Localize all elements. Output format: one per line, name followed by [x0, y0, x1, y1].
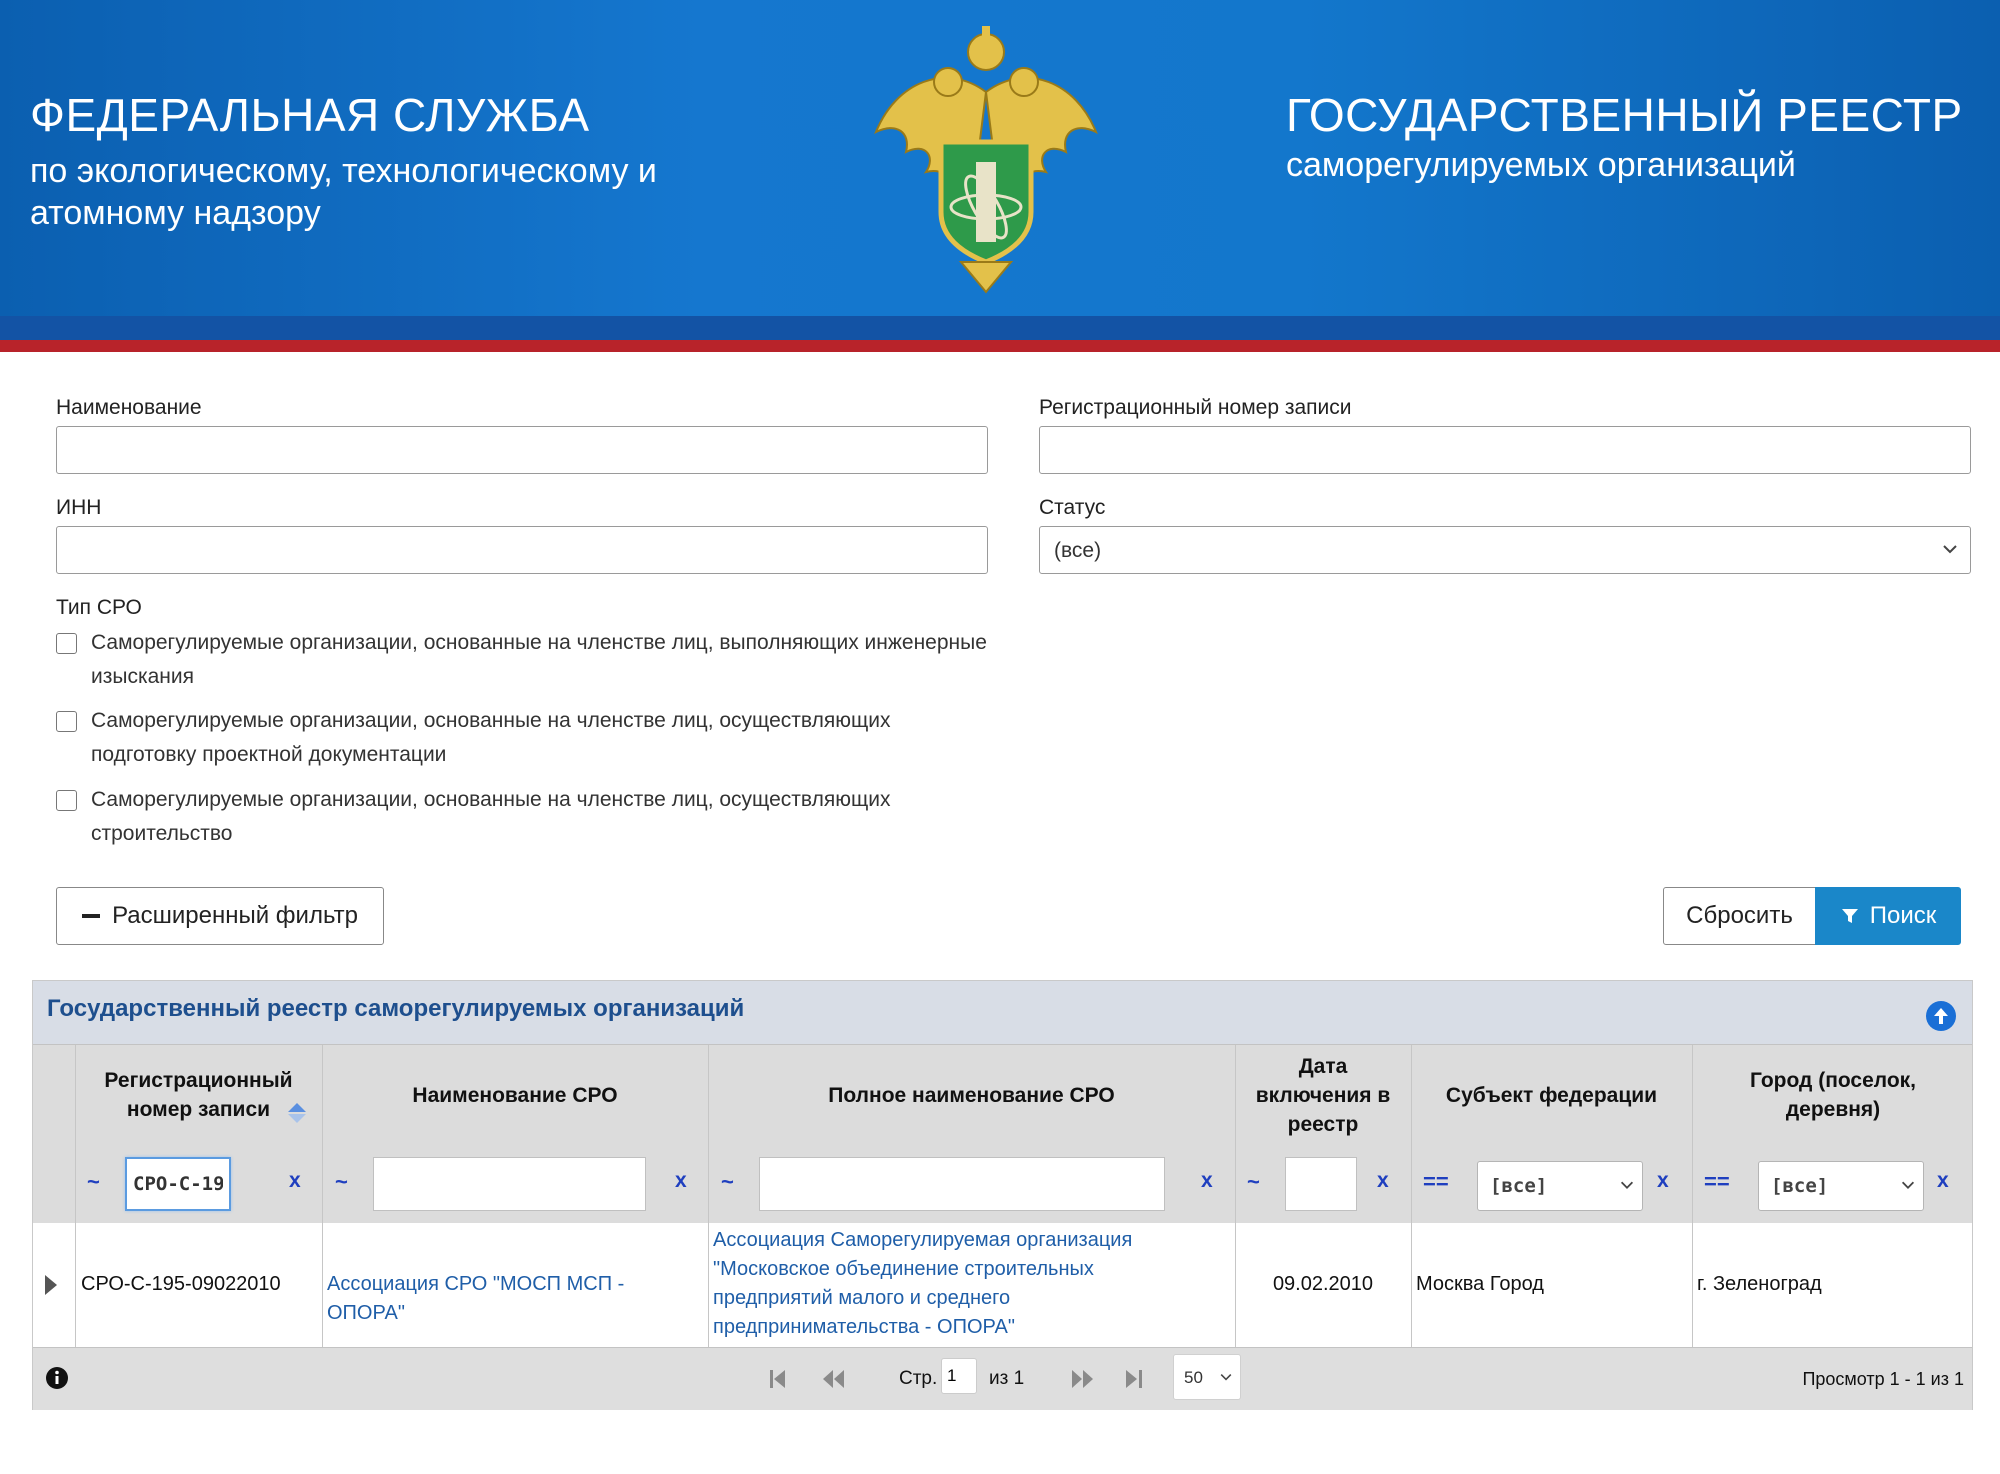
page-label: Стр.: [899, 1368, 938, 1389]
subject-filter-select[interactable]: [все]: [1477, 1161, 1643, 1211]
name-label: Наименование: [56, 396, 202, 419]
agency-title: ФЕДЕРАЛЬНАЯ СЛУЖБА: [30, 89, 590, 141]
expand-row-icon[interactable]: [43, 1274, 59, 1296]
cell-full-name-link[interactable]: Ассоциация Саморегулируемая организация …: [713, 1226, 1173, 1342]
grid-caption: Государственный реестр саморегулируемых …: [33, 981, 1972, 1045]
cell-date: 09.02.2010: [1272, 1273, 1374, 1295]
status-label: Статус: [1039, 496, 1106, 519]
sro-type-checkbox-design[interactable]: [56, 711, 77, 732]
status-select-value: (все): [1054, 539, 1102, 562]
agency-title-block: ФЕДЕРАЛЬНАЯ СЛУЖБА по экологическому, те…: [30, 88, 730, 234]
filter-operator-contains[interactable]: ~: [1247, 1169, 1260, 1195]
column-header-full-name[interactable]: Полное наименование СРО: [708, 1045, 1235, 1145]
page-size-select[interactable]: 50: [1173, 1354, 1241, 1400]
minus-icon: [82, 914, 101, 918]
column-header-subject[interactable]: Субъект федерации: [1411, 1045, 1692, 1145]
sro-type-checkbox-surveys[interactable]: [56, 633, 77, 654]
site-header: ФЕДЕРАЛЬНАЯ СЛУЖБА по экологическому, те…: [0, 0, 2000, 352]
filter-icon: [1841, 909, 1858, 923]
name-filter-input[interactable]: [373, 1157, 646, 1211]
first-page-icon[interactable]: [767, 1367, 789, 1391]
page-total-label: из 1: [989, 1368, 1025, 1389]
sro-type-option-label: Саморегулируемые организации, основанные…: [91, 709, 891, 766]
info-icon[interactable]: [45, 1366, 69, 1390]
header-red-stripe: [0, 340, 2000, 352]
clear-filter-button[interactable]: x: [1201, 1169, 1213, 1193]
cell-reg-number: СРО-С-195-09022010: [81, 1273, 281, 1295]
chevron-down-icon: [1943, 545, 1957, 554]
chevron-down-icon: [1620, 1181, 1634, 1189]
page-size-value: 50: [1184, 1368, 1203, 1387]
collapse-grid-button[interactable]: [1926, 1001, 1956, 1031]
date-filter-input[interactable]: [1285, 1157, 1357, 1211]
clear-filter-button[interactable]: x: [1657, 1169, 1669, 1193]
registry-grid: Государственный реестр саморегулируемых …: [32, 980, 1973, 1410]
header-blue-band: [0, 316, 2000, 340]
cell-subject: Москва Город: [1416, 1273, 1544, 1295]
advanced-filter-button[interactable]: Расширенный фильтр: [56, 887, 384, 945]
sro-type-option: Саморегулируемые организации, основанные…: [56, 783, 996, 851]
records-summary: Просмотр 1 - 1 из 1: [1802, 1369, 1964, 1389]
reset-button-label: Сбросить: [1686, 902, 1793, 929]
column-header-label: Дата включения в реестр: [1255, 1054, 1391, 1136]
sro-type-label: Тип СРО: [56, 596, 142, 619]
column-header-reg-number[interactable]: Регистрационный номер записи: [75, 1045, 322, 1145]
reset-button[interactable]: Сбросить: [1663, 887, 1816, 945]
column-header-label: Полное наименование СРО: [828, 1083, 1115, 1107]
reg-number-input[interactable]: [1039, 426, 1971, 474]
clear-filter-button[interactable]: x: [1377, 1169, 1389, 1193]
full-name-filter-input[interactable]: [759, 1157, 1165, 1211]
agency-subtitle: по экологическому, технологическому и ат…: [30, 152, 657, 232]
page-number-input[interactable]: [941, 1358, 977, 1394]
subject-filter-value: [все]: [1490, 1175, 1548, 1197]
status-select[interactable]: (все): [1039, 526, 1971, 574]
grid-title: Государственный реестр саморегулируемых …: [47, 995, 745, 1022]
column-header-label: Наименование СРО: [412, 1083, 618, 1107]
last-page-icon[interactable]: [1123, 1367, 1145, 1391]
sort-indicator-icon: [288, 1103, 306, 1123]
column-header-date[interactable]: Дата включения в реестр: [1235, 1045, 1411, 1145]
search-button[interactable]: Поиск: [1815, 887, 1961, 945]
reg-number-filter-input[interactable]: [125, 1157, 231, 1211]
clear-filter-button[interactable]: x: [289, 1169, 301, 1193]
chevron-down-icon: [1220, 1374, 1232, 1381]
filter-operator-equals[interactable]: ==: [1423, 1169, 1449, 1195]
chevron-down-icon: [1901, 1181, 1915, 1189]
previous-page-icon[interactable]: [819, 1367, 847, 1391]
cell-city: г. Зеленоград: [1697, 1273, 1822, 1295]
sro-type-option-label: Саморегулируемые организации, основанные…: [91, 631, 987, 688]
inn-label: ИНН: [56, 496, 102, 519]
coat-of-arms-emblem: [874, 26, 1098, 294]
sro-type-checkbox-construction[interactable]: [56, 790, 77, 811]
city-filter-value: [все]: [1771, 1175, 1829, 1197]
column-header-label: Город (поселок, деревня): [1749, 1069, 1917, 1121]
inn-input[interactable]: [56, 526, 988, 574]
filter-operator-contains[interactable]: ~: [721, 1169, 734, 1195]
column-header-label: Регистрационный номер записи: [104, 1069, 293, 1121]
sro-type-option: Саморегулируемые организации, основанные…: [56, 626, 996, 694]
clear-filter-button[interactable]: x: [675, 1169, 687, 1193]
advanced-filter-label: Расширенный фильтр: [112, 902, 358, 929]
column-header-label: Субъект федерации: [1445, 1083, 1658, 1107]
registry-title: ГОСУДАРСТВЕННЫЙ РЕЕСТР: [1286, 89, 1963, 141]
cell-name-link[interactable]: Ассоциация СРО "МОСП МСП - ОПОРА": [327, 1270, 707, 1328]
grid-pager: Стр. из 1 50 Просмотр 1 - 1 из 1: [33, 1347, 1972, 1410]
filter-operator-contains[interactable]: ~: [87, 1169, 100, 1195]
registry-subtitle: саморегулируемых организаций: [1286, 146, 1796, 184]
column-header-city[interactable]: Город (поселок, деревня): [1692, 1045, 1974, 1145]
sro-type-option-label: Саморегулируемые организации, основанные…: [91, 788, 891, 845]
search-button-label: Поиск: [1869, 902, 1937, 929]
column-header-name[interactable]: Наименование СРО: [322, 1045, 708, 1145]
registry-title-block: ГОСУДАРСТВЕННЫЙ РЕЕСТР саморегулируемых …: [1286, 88, 1963, 186]
filter-operator-equals[interactable]: ==: [1704, 1169, 1730, 1195]
clear-filter-button[interactable]: x: [1937, 1169, 1949, 1193]
arrow-up-icon: [1934, 1008, 1948, 1024]
sro-type-option: Саморегулируемые организации, основанные…: [56, 704, 996, 772]
reg-number-label: Регистрационный номер записи: [1039, 396, 1352, 419]
name-input[interactable]: [56, 426, 988, 474]
next-page-icon[interactable]: [1069, 1367, 1097, 1391]
filter-operator-contains[interactable]: ~: [335, 1169, 348, 1195]
city-filter-select[interactable]: [все]: [1758, 1161, 1924, 1211]
